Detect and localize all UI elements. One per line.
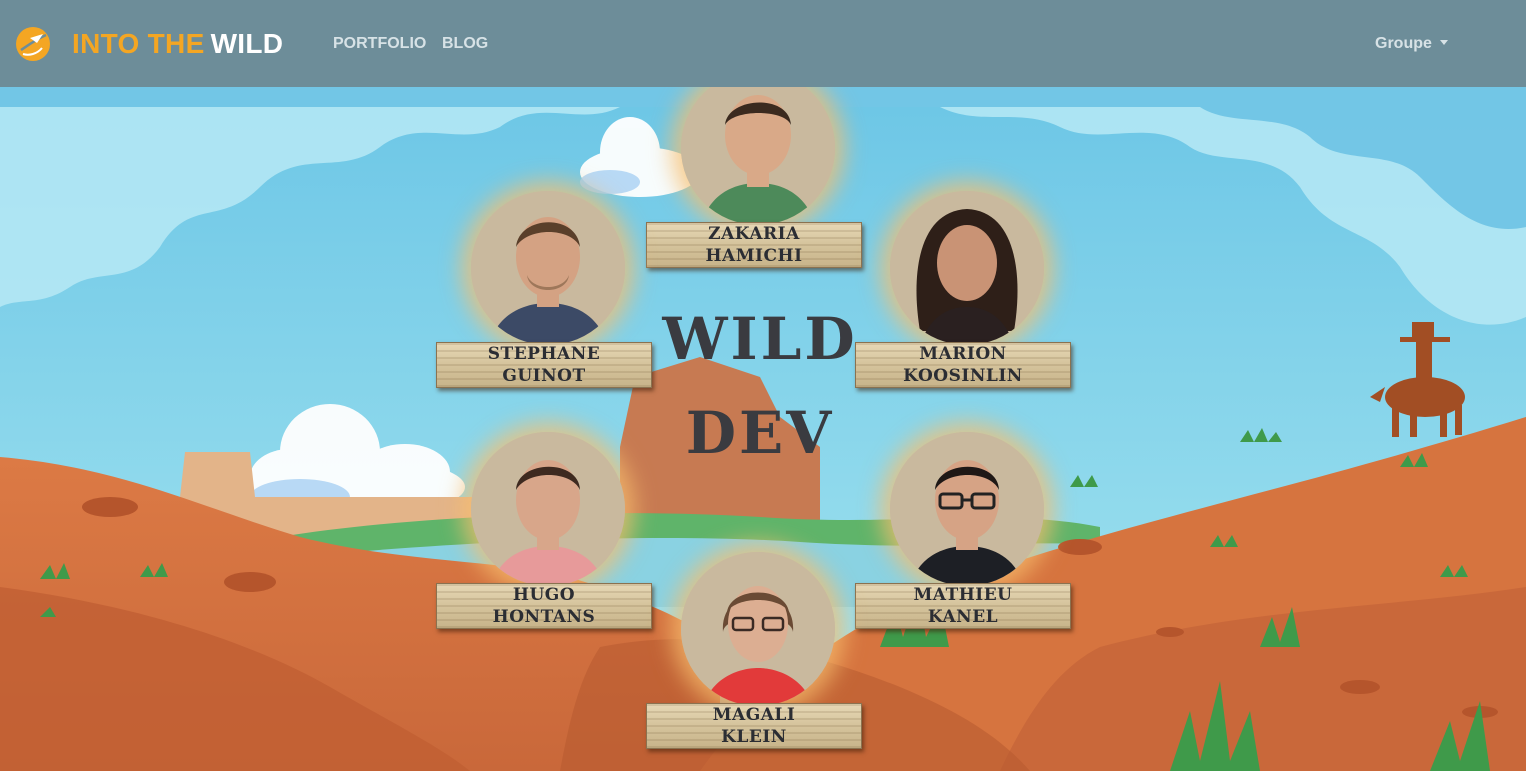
top-navbar: INTO THE WILD PORTFOLIO BLOG Groupe xyxy=(0,0,1526,87)
name-plank: MATHIEU KANEL xyxy=(855,583,1071,629)
member-last-name: KANEL xyxy=(927,607,999,627)
team-member-card[interactable]: MARION KOOSINLIN xyxy=(855,191,1071,391)
team-member-card[interactable]: ZAKARIA HAMICHI xyxy=(646,87,862,271)
hero-title-line2: DEV xyxy=(685,399,835,467)
groupe-dropdown-label: Groupe xyxy=(1375,35,1432,52)
hero-title-line1: WILD xyxy=(662,305,858,373)
nav-link-portfolio[interactable]: PORTFOLIO xyxy=(333,35,426,53)
name-plank: ZAKARIA HAMICHI xyxy=(646,222,862,268)
name-plank: MAGALI KLEIN xyxy=(646,703,862,749)
desert-hero: WILD DEV ZAKARIA HAMICHI STEPHANE GUINOT… xyxy=(0,87,1526,771)
team-member-card[interactable]: HUGO HONTANS xyxy=(436,432,652,632)
team-member-card[interactable]: STEPHANE GUINOT xyxy=(436,191,652,391)
team-member-card[interactable]: MATHIEU KANEL xyxy=(855,432,1071,632)
member-first-name: MATHIEU xyxy=(913,585,1013,605)
member-photo xyxy=(681,552,835,706)
name-plank: HUGO HONTANS xyxy=(436,583,652,629)
member-last-name: HAMICHI xyxy=(705,246,803,266)
orange-globe-plane-icon[interactable] xyxy=(15,26,51,62)
member-first-name: ZAKARIA xyxy=(708,224,800,244)
member-photo xyxy=(471,191,625,345)
team-member-card[interactable]: MAGALI KLEIN xyxy=(646,552,862,752)
member-photo xyxy=(681,87,835,225)
member-first-name: MARION xyxy=(919,344,1007,364)
caret-down-icon xyxy=(1439,40,1448,45)
name-plank: MARION KOOSINLIN xyxy=(855,342,1071,388)
brand-title[interactable]: INTO THE WILD xyxy=(72,28,283,60)
member-photo xyxy=(471,432,625,586)
member-last-name: KOOSINLIN xyxy=(903,366,1023,386)
member-first-name: HUGO xyxy=(512,585,576,605)
brand-text-wild: WILD xyxy=(210,28,284,59)
member-last-name: GUINOT xyxy=(502,366,586,386)
name-plank: STEPHANE GUINOT xyxy=(436,342,652,388)
member-photo xyxy=(890,432,1044,586)
groupe-dropdown[interactable]: Groupe xyxy=(1375,35,1448,53)
nav-link-blog[interactable]: BLOG xyxy=(442,35,488,53)
member-first-name: MAGALI xyxy=(712,705,796,725)
brand-text-into-the: INTO THE xyxy=(72,28,205,59)
member-photo xyxy=(890,191,1044,345)
member-last-name: KLEIN xyxy=(721,727,787,747)
member-first-name: STEPHANE xyxy=(487,344,601,364)
member-last-name: HONTANS xyxy=(492,607,596,627)
